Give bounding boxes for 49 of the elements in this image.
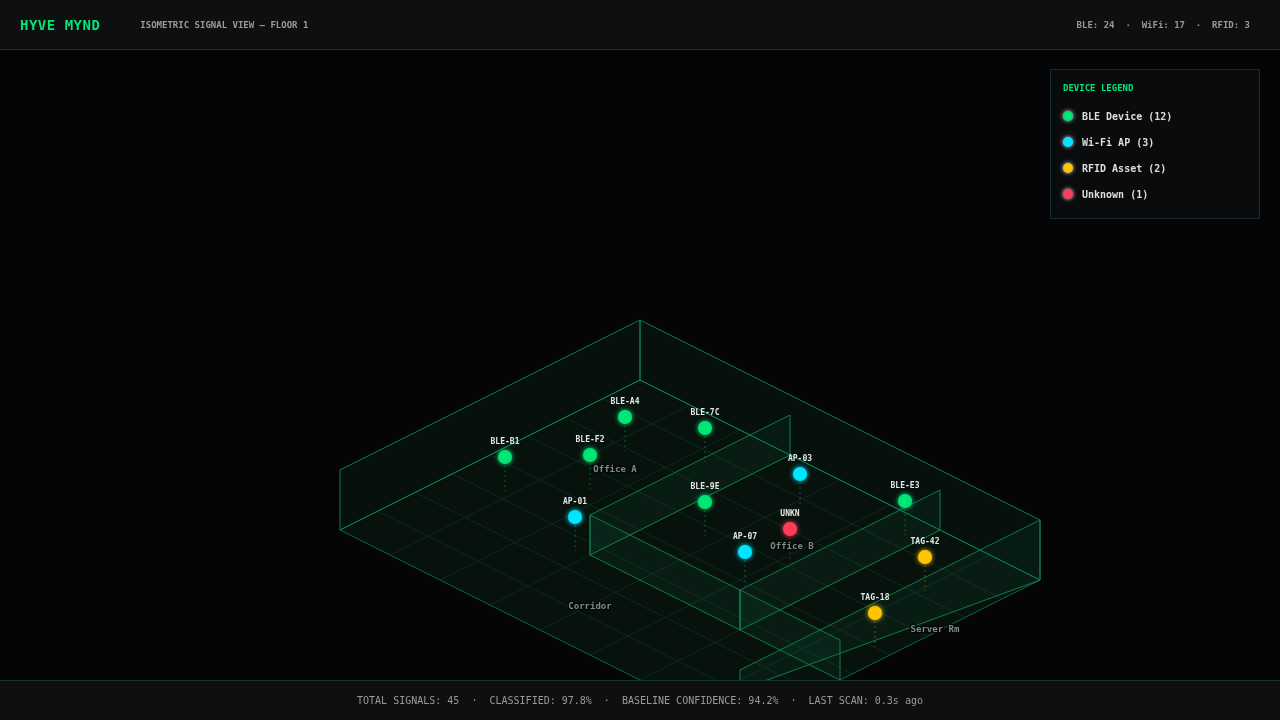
device-label: BLE-F2 (575, 435, 605, 444)
room-label: Server Rm (910, 624, 960, 634)
stem-line (504, 464, 506, 492)
stem-line (924, 564, 926, 592)
device-label: BLE-E3 (890, 481, 920, 490)
legend-label: Unknown (1) (1082, 188, 1149, 200)
device-dot[interactable] (793, 467, 807, 481)
status-text: TOTAL SIGNALS: 45 · CLASSIFIED: 97.8% · BASELINE CONFIDENCE: 94.2% · LAST SCAN: 0.3s ago (357, 695, 923, 706)
stem-line (904, 508, 906, 536)
legend-label: BLE Device (12) (1082, 110, 1173, 122)
view-title: ISOMETRIC SIGNAL VIEW — FLOOR 1 (140, 19, 309, 30)
device-dot[interactable] (783, 522, 797, 536)
room-label: Corridor (568, 601, 612, 611)
device-dot[interactable] (568, 510, 582, 524)
device-dot[interactable] (898, 494, 912, 508)
room-label: Office B (770, 541, 814, 551)
device-label: BLE-7C (690, 408, 720, 417)
stem-line (589, 462, 591, 490)
stem-line (789, 536, 791, 564)
device-label: BLE-B1 (490, 437, 520, 446)
stem-line (874, 620, 876, 648)
device-label: AP-01 (562, 497, 588, 506)
stem-line (574, 524, 576, 552)
device-label: TAG-42 (910, 537, 940, 546)
device-label: AP-07 (732, 532, 758, 541)
stem-line (799, 481, 801, 509)
legend-title: DEVICE LEGEND (1063, 83, 1135, 93)
device-dot[interactable] (738, 545, 752, 559)
device-label: BLE-A4 (610, 397, 640, 406)
legend-label: Wi-Fi AP (3) (1082, 136, 1155, 148)
device-label: BLE-9E (690, 482, 720, 491)
stem-line (624, 424, 626, 452)
device-dot[interactable] (498, 450, 512, 464)
legend-label: RFID Asset (2) (1082, 162, 1167, 174)
device-dot[interactable] (583, 448, 597, 462)
device-dot[interactable] (868, 606, 882, 620)
stem-line (704, 509, 706, 537)
device-dot[interactable] (918, 550, 932, 564)
device-dot[interactable] (618, 410, 632, 424)
signal-counts: BLE: 24 · WiFi: 17 · RFID: 3 (1076, 19, 1250, 30)
device-label: TAG-18 (860, 593, 890, 602)
device-dot[interactable] (698, 421, 712, 435)
device-dot[interactable] (698, 495, 712, 509)
device-label: AP-03 (787, 454, 813, 463)
device-label: UNKN (780, 509, 800, 518)
stem-line (704, 435, 706, 463)
stem-line (744, 559, 746, 587)
room-label: Office A (593, 464, 637, 474)
app-logo: HYVE MYND (20, 16, 101, 33)
